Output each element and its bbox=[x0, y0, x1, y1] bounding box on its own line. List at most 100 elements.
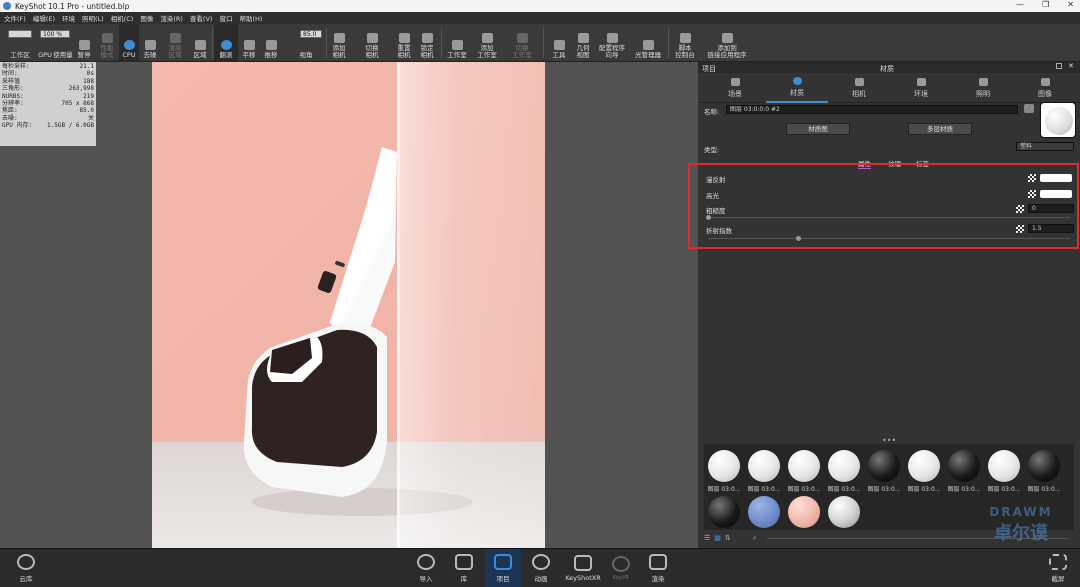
tab-image[interactable]: 图像 bbox=[1014, 73, 1076, 103]
material-preview[interactable] bbox=[1040, 102, 1076, 138]
menu-image[interactable]: 图像 bbox=[140, 13, 153, 23]
drag-handle-icon[interactable]: ••• bbox=[882, 436, 896, 445]
menu-render[interactable]: 渲染(R) bbox=[160, 13, 183, 23]
tumble-icon bbox=[220, 40, 232, 50]
render-region-button[interactable]: 渲染 区域 bbox=[162, 24, 188, 62]
import-label: 导入 bbox=[419, 574, 433, 583]
material-thumbnail[interactable] bbox=[868, 450, 900, 482]
close-button[interactable]: ✕ bbox=[1067, 0, 1074, 9]
keyshotxr-button[interactable]: KeyShotXR bbox=[563, 549, 603, 587]
material-thumbnail[interactable] bbox=[828, 450, 860, 482]
material-name-input[interactable]: 图层 03:0:0:0 #2 bbox=[726, 105, 1018, 114]
add-camera-label: 添加 相机 bbox=[332, 44, 346, 59]
screenshot-label: 截屏 bbox=[1051, 574, 1065, 583]
tab-lighting[interactable]: 照明 bbox=[952, 73, 1014, 103]
tools-button[interactable]: 工具 bbox=[548, 24, 570, 62]
grid-view-icon[interactable]: ▦ bbox=[714, 534, 721, 542]
script-console-button[interactable]: 脚本 控制台 bbox=[672, 24, 698, 62]
menu-view[interactable]: 查看(V) bbox=[190, 13, 213, 23]
screenshot-button[interactable]: 截屏 bbox=[1040, 549, 1076, 587]
toolbar-divider bbox=[668, 28, 669, 58]
add-studio-button[interactable]: 添加 工作室 bbox=[474, 24, 500, 62]
render-region-label: 渲染 区域 bbox=[168, 44, 182, 59]
config-wizard-button[interactable]: 配置程序 向导 bbox=[596, 24, 628, 62]
denoise-icon bbox=[144, 40, 156, 50]
lock-camera-button[interactable]: 锁定 相机 bbox=[416, 24, 438, 62]
material-thumbnail[interactable] bbox=[1028, 450, 1060, 482]
cpu-gpu-toggle[interactable]: CPU bbox=[119, 24, 139, 62]
region-button[interactable]: 区域 bbox=[189, 24, 211, 62]
tab-environment[interactable]: 环境 bbox=[890, 73, 952, 103]
material-type-dropdown[interactable]: 塑料 bbox=[1016, 142, 1074, 151]
toolbar-divider bbox=[441, 28, 442, 58]
keyvr-button[interactable]: KeyVR bbox=[603, 549, 639, 587]
material-thumbnail[interactable] bbox=[708, 450, 740, 482]
render-button[interactable]: 渲染 bbox=[640, 549, 676, 587]
region-icon bbox=[194, 40, 206, 50]
project-tabs: 场景 材质 相机 环境 照明 图像 bbox=[698, 73, 1080, 103]
reset-camera-button[interactable]: 重置 相机 bbox=[393, 24, 415, 62]
menu-lighting[interactable]: 照明(L) bbox=[82, 13, 104, 23]
menu-file[interactable]: 文件(F) bbox=[4, 13, 26, 23]
minimize-button[interactable]: — bbox=[1016, 0, 1024, 9]
vr-headset-icon bbox=[612, 555, 630, 572]
import-button[interactable]: 导入 bbox=[408, 549, 444, 587]
menu-help[interactable]: 帮助(H) bbox=[239, 13, 262, 23]
switch-camera-button[interactable]: 切换 相机 bbox=[360, 24, 384, 62]
search-icon[interactable]: ⌕ bbox=[753, 534, 757, 543]
pause-button[interactable]: 暂停 bbox=[74, 24, 94, 62]
tab-scene[interactable]: 场景 bbox=[704, 73, 766, 103]
pan-button[interactable]: 平移 bbox=[238, 24, 260, 62]
animation-label: 动画 bbox=[534, 574, 548, 583]
material-thumbnail[interactable] bbox=[828, 496, 860, 528]
add-camera-button[interactable]: 添加 相机 bbox=[328, 24, 350, 62]
menu-edit[interactable]: 编辑(E) bbox=[33, 13, 55, 23]
tumble-button[interactable]: 翻滚 bbox=[214, 24, 238, 62]
project-button[interactable]: 项目 bbox=[485, 549, 521, 587]
material-thumbnail-label: 图层 03:0... bbox=[907, 486, 941, 493]
list-view-icon[interactable]: ☰ bbox=[704, 534, 710, 542]
maximize-button[interactable]: ❐ bbox=[1042, 0, 1049, 9]
tab-camera[interactable]: 相机 bbox=[828, 73, 890, 103]
animation-button[interactable]: 动画 bbox=[523, 549, 559, 587]
keyshot-logo-icon bbox=[3, 2, 11, 10]
studio-icon bbox=[451, 40, 463, 50]
switch-studio-button[interactable]: 切换 工作室 bbox=[508, 24, 536, 62]
studio-button[interactable]: 工作室 bbox=[443, 24, 471, 62]
tools-icon bbox=[553, 40, 565, 50]
material-thumbnail[interactable] bbox=[788, 496, 820, 528]
material-thumbnail[interactable] bbox=[748, 450, 780, 482]
tab-material[interactable]: 材质 bbox=[766, 73, 828, 103]
save-material-icon[interactable] bbox=[1024, 104, 1034, 113]
multi-material-label: 多层材质 bbox=[927, 125, 953, 133]
material-thumbnail[interactable] bbox=[908, 450, 940, 482]
multi-material-button[interactable]: 多层材质 bbox=[908, 123, 972, 135]
material-thumbnail[interactable] bbox=[988, 450, 1020, 482]
material-thumbnail[interactable] bbox=[948, 450, 980, 482]
material-thumbnail[interactable] bbox=[708, 496, 740, 528]
material-thumbnail[interactable] bbox=[748, 496, 780, 528]
preview-sphere bbox=[1045, 107, 1073, 135]
performance-mode-button[interactable]: 性能 模式 bbox=[96, 24, 118, 62]
denoise-button[interactable]: 去噪 bbox=[140, 24, 160, 62]
dolly-button[interactable]: 推移 bbox=[260, 24, 282, 62]
library-button[interactable]: 库 bbox=[446, 549, 482, 587]
undock-icon[interactable] bbox=[1056, 63, 1062, 69]
cloud-library-button[interactable]: 云库 bbox=[8, 549, 44, 587]
geometry-view-button[interactable]: 几何 视图 bbox=[572, 24, 594, 62]
geometry-view-label: 几何 视图 bbox=[576, 44, 590, 59]
menu-camera[interactable]: 相机(C) bbox=[111, 13, 134, 23]
menu-window[interactable]: 窗口 bbox=[219, 13, 232, 23]
workspace-button[interactable]: 工作区 bbox=[6, 24, 34, 62]
menu-environment[interactable]: 环境 bbox=[62, 13, 75, 23]
material-thumbnail[interactable] bbox=[788, 450, 820, 482]
sort-icon[interactable]: ⇅ bbox=[725, 534, 731, 542]
render-viewport[interactable] bbox=[152, 62, 545, 548]
stat-row: NURBS: 219 bbox=[2, 93, 94, 100]
material-graph-button[interactable]: 材质图 bbox=[786, 123, 850, 135]
library-label: 库 bbox=[460, 574, 468, 583]
light-manager-button[interactable]: 光管理器 bbox=[632, 24, 664, 62]
panel-close-icon[interactable]: ✕ bbox=[1068, 62, 1074, 70]
render-camera-icon bbox=[649, 553, 667, 570]
add-to-linked-app-button[interactable]: 添加到 链接应用程序 bbox=[702, 24, 752, 62]
